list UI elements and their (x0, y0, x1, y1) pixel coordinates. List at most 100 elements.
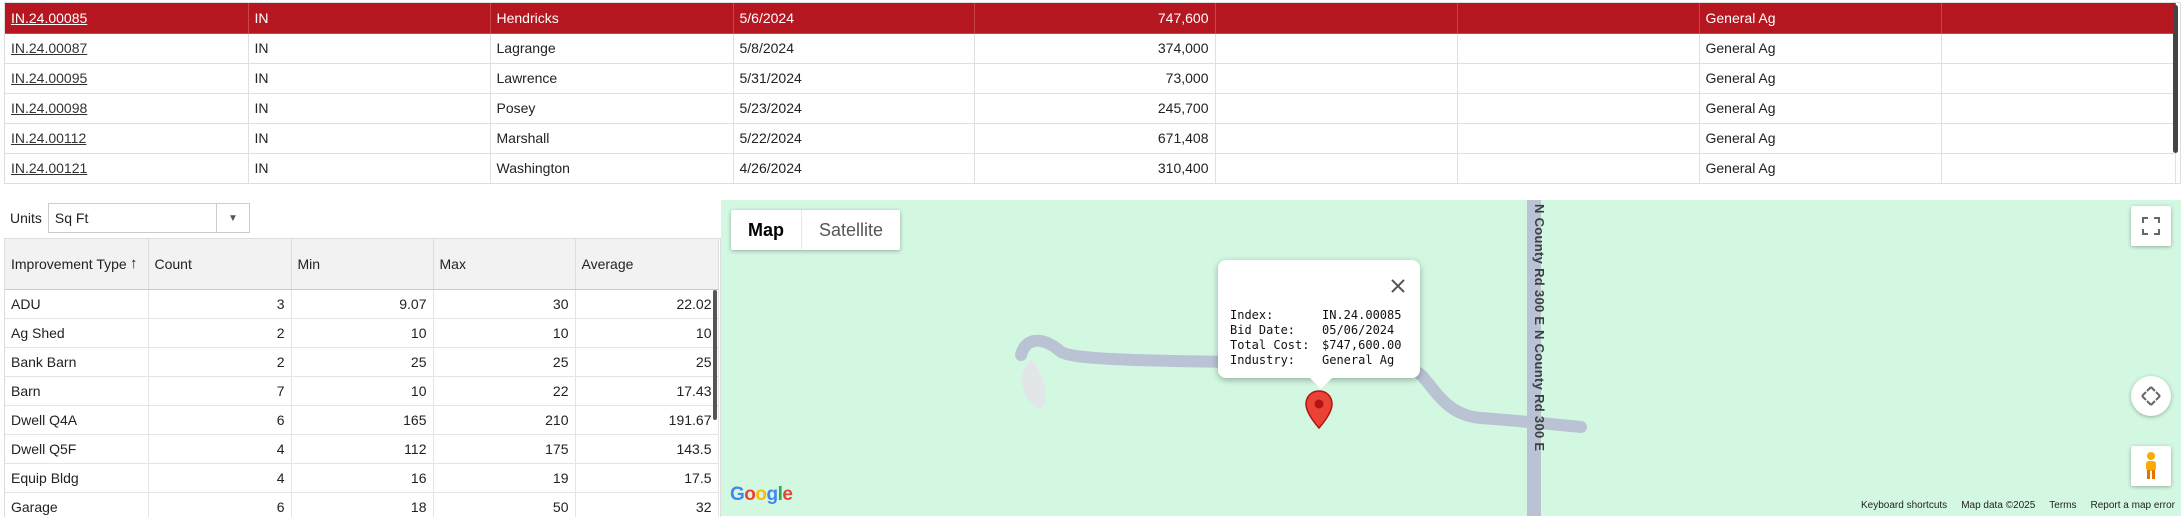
map-data-text: Map data ©2025 (1961, 500, 2036, 511)
info-total-cost-label: Total Cost: (1230, 338, 1310, 352)
average-cell: 17.43 (575, 376, 719, 406)
index-link[interactable]: IN.24.00121 (11, 160, 87, 176)
satellite-button[interactable]: Satellite (802, 210, 900, 250)
improvement-type-cell: Barn (5, 376, 149, 406)
industry-cell: General Ag (1699, 93, 1942, 124)
fullscreen-button[interactable] (2131, 206, 2171, 246)
index-link[interactable]: IN.24.00095 (11, 70, 87, 86)
info-index-value: IN.24.00085 (1322, 308, 1402, 322)
min-cell: 18 (291, 492, 434, 517)
map-footer: Keyboard shortcuts Map data ©2025 Terms … (1861, 500, 2175, 511)
table-row[interactable]: IN.24.00112 IN Marshall 5/22/2024 671,40… (5, 123, 2176, 154)
empty-cell (1215, 123, 1458, 154)
average-cell: 32 (575, 492, 719, 517)
improvements-scrollbar[interactable] (713, 290, 717, 420)
empty-cell (1457, 153, 1700, 183)
max-cell: 210 (433, 405, 576, 435)
total-cost-cell: 374,000 (974, 33, 1216, 64)
report-map-error-link[interactable]: Report a map error (2091, 500, 2175, 511)
map-button[interactable]: Map (731, 210, 802, 250)
count-cell: 2 (148, 318, 292, 348)
table-row[interactable]: IN.24.00098 IN Posey 5/23/2024 245,700 G… (5, 93, 2176, 124)
count-cell: 2 (148, 347, 292, 377)
table-row[interactable]: ADU 3 9.07 30 22.02 (5, 289, 719, 319)
county-cell: Lawrence (490, 63, 734, 94)
header-count[interactable]: Count (148, 239, 292, 290)
close-icon[interactable] (1386, 274, 1410, 298)
google-logo[interactable]: Google (730, 484, 793, 506)
map-type-control: Map Satellite (731, 210, 901, 250)
empty-cell (1941, 153, 2176, 183)
header-min[interactable]: Min (291, 239, 434, 290)
state-cell: IN (248, 3, 491, 34)
grid-scrollbar[interactable] (2173, 5, 2178, 153)
min-cell: 112 (291, 434, 434, 464)
average-cell: 191.67 (575, 405, 719, 435)
state-cell: IN (248, 63, 491, 94)
empty-cell (1457, 33, 1700, 64)
county-cell: Washington (490, 153, 734, 183)
info-content: Index: IN.24.00085 Bid Date: 05/06/2024 To… (1230, 308, 1401, 368)
empty-cell (1941, 123, 2176, 154)
total-cost-cell: 671,408 (974, 123, 1216, 154)
empty-cell (1215, 63, 1458, 94)
keyboard-shortcuts-link[interactable]: Keyboard shortcuts (1861, 500, 1947, 511)
average-cell: 25 (575, 347, 719, 377)
max-cell: 175 (433, 434, 576, 464)
index-link[interactable]: IN.24.00112 (11, 130, 86, 146)
chevron-down-icon[interactable]: ▼ (215, 204, 249, 232)
max-cell: 19 (433, 463, 576, 493)
state-cell: IN (248, 93, 491, 124)
total-cost-cell: 245,700 (974, 93, 1216, 124)
min-cell: 25 (291, 347, 434, 377)
info-industry-value: General Ag (1322, 353, 1395, 367)
index-link[interactable]: IN.24.00087 (11, 40, 87, 56)
index-link[interactable]: IN.24.00098 (11, 100, 87, 116)
street-view-button[interactable] (2131, 446, 2171, 486)
sort-ascending-icon[interactable]: ↑ (130, 255, 138, 272)
index-link[interactable]: IN.24.00085 (11, 10, 87, 26)
table-row[interactable]: Ag Shed 2 10 10 10 (5, 318, 719, 348)
table-row[interactable]: Dwell Q4A 6 165 210 191.67 (5, 405, 719, 435)
industry-cell: General Ag (1699, 63, 1942, 94)
table-row[interactable]: Bank Barn 2 25 25 25 (5, 347, 719, 377)
header-max[interactable]: Max (433, 239, 576, 290)
average-cell: 22.02 (575, 289, 719, 319)
table-row[interactable]: IN.24.00087 IN Lagrange 5/8/2024 374,000… (5, 33, 2176, 64)
header-average[interactable]: Average (575, 239, 719, 290)
empty-cell (1941, 93, 2176, 124)
county-cell: Hendricks (490, 3, 734, 34)
table-row[interactable]: IN.24.00095 IN Lawrence 5/31/2024 73,000… (5, 63, 2176, 94)
min-cell: 9.07 (291, 289, 434, 319)
units-value: Sq Ft (54, 210, 89, 226)
count-cell: 6 (148, 405, 292, 435)
results-grid: IN.24.00085 IN Hendricks 5/6/2024 747,60… (4, 2, 2181, 184)
empty-cell (1215, 33, 1458, 64)
min-cell: 165 (291, 405, 434, 435)
header-improvement-type[interactable]: Improvement Type ↑ (5, 239, 149, 290)
map-marker-icon[interactable] (1305, 390, 1333, 430)
improvement-type-cell: Dwell Q5F (5, 434, 149, 464)
table-row[interactable]: IN.24.00121 IN Washington 4/26/2024 310,… (5, 153, 2176, 183)
count-cell: 4 (148, 434, 292, 464)
empty-cell (1941, 33, 2176, 64)
table-row[interactable]: IN.24.00085 IN Hendricks 5/6/2024 747,60… (5, 3, 2176, 34)
table-row[interactable]: Barn 7 10 22 17.43 (5, 376, 719, 406)
info-index-label: Index: (1230, 308, 1274, 322)
empty-cell (1215, 93, 1458, 124)
average-cell: 143.5 (575, 434, 719, 464)
table-row[interactable]: Equip Bldg 4 16 19 17.5 (5, 463, 719, 493)
empty-cell (1457, 123, 1700, 154)
info-window: Index: IN.24.00085 Bid Date: 05/06/2024 To… (1218, 260, 1420, 389)
terms-link[interactable]: Terms (2049, 500, 2076, 511)
table-row[interactable]: Dwell Q5F 4 112 175 143.5 (5, 434, 719, 464)
map[interactable]: N County Rd 300 E N County Rd 300 E Map … (721, 200, 2181, 516)
improvement-type-cell: Garage (5, 492, 149, 517)
units-dropdown[interactable]: Sq Ft ▼ (47, 203, 250, 233)
state-cell: IN (248, 33, 491, 64)
table-row[interactable]: Garage 6 18 50 32 (5, 492, 719, 517)
max-cell: 50 (433, 492, 576, 517)
total-cost-cell: 747,600 (974, 3, 1216, 34)
camera-control-button[interactable] (2131, 376, 2171, 416)
max-cell: 10 (433, 318, 576, 348)
